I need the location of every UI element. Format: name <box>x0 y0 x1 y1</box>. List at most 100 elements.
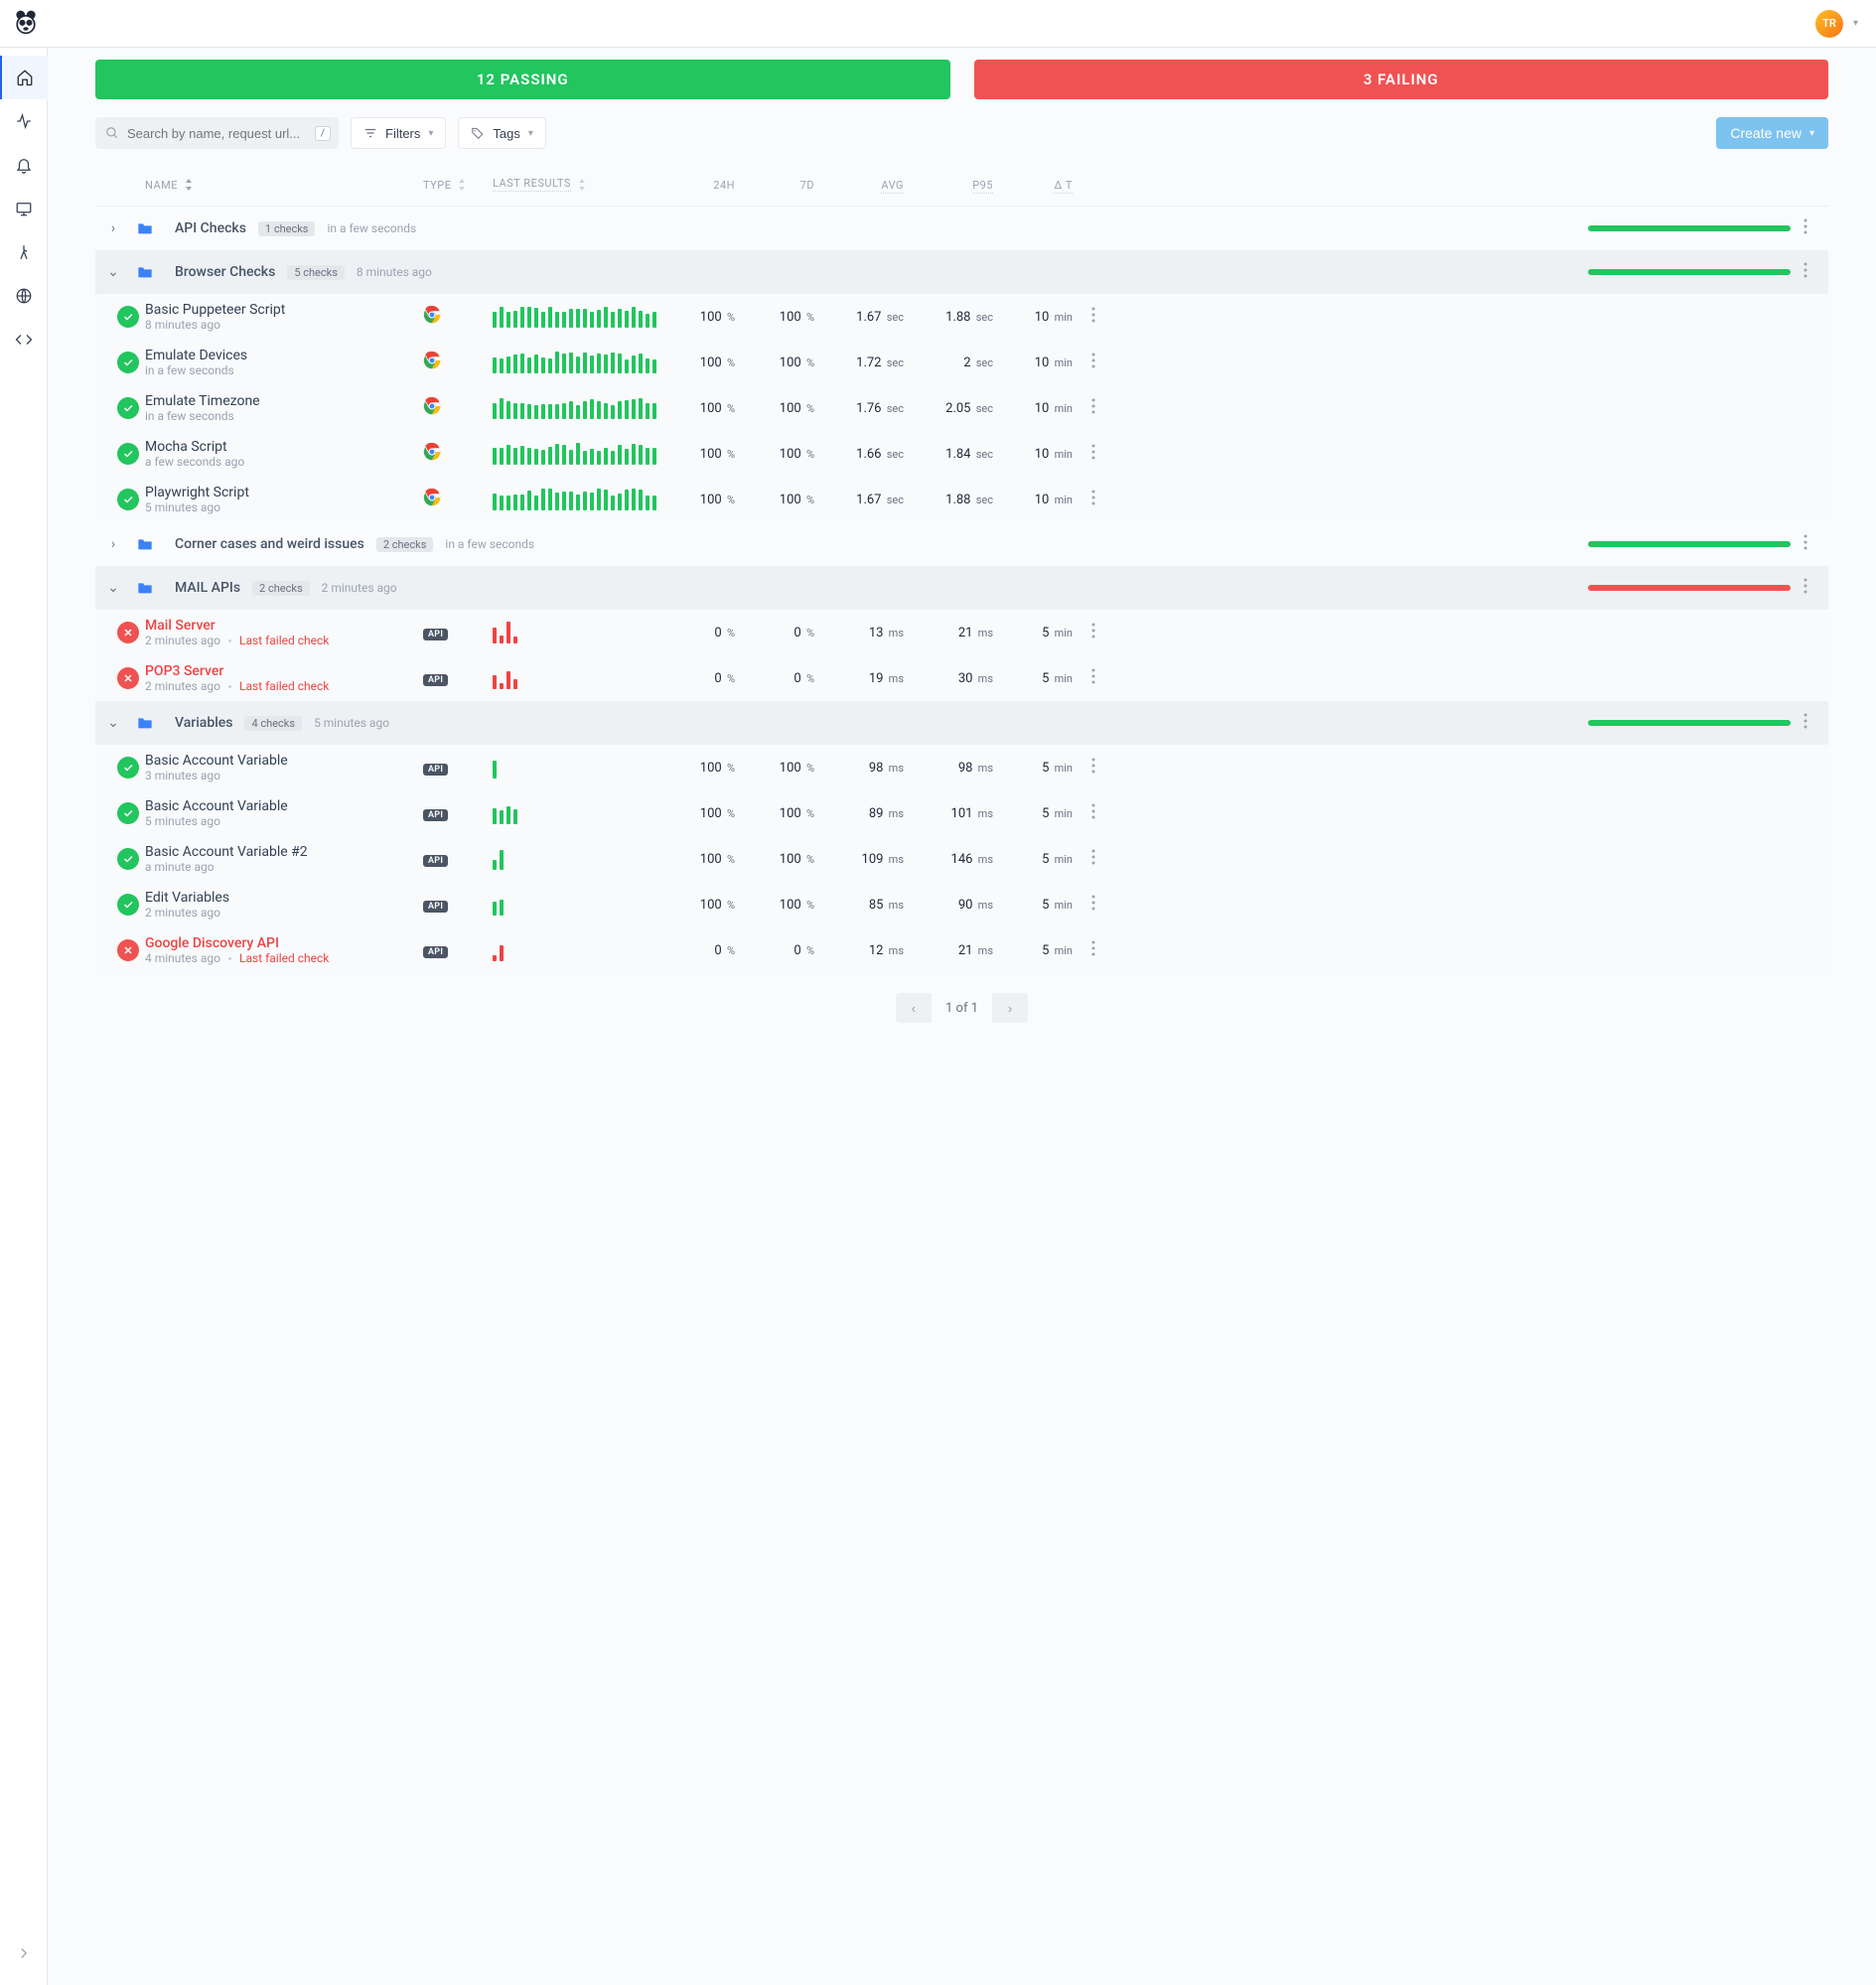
failing-summary[interactable]: 3 FAILING <box>974 60 1829 99</box>
status-pass-icon <box>117 352 139 373</box>
group-menu[interactable] <box>1791 534 1820 554</box>
group-health-bar <box>1588 269 1791 275</box>
metric-p95: 1.88 sec <box>910 310 999 325</box>
check-menu[interactable] <box>1079 849 1108 869</box>
last-failed-link[interactable]: Last failed check <box>239 951 329 965</box>
check-row[interactable]: Mail Server2 minutes agoLast failed chec… <box>95 610 1828 655</box>
check-menu[interactable] <box>1079 668 1108 688</box>
api-badge: API <box>423 629 448 640</box>
group-corner-cases[interactable]: ›Corner cases and weird issues2 checksin… <box>95 522 1828 566</box>
user-menu-caret[interactable]: ▾ <box>1853 18 1858 29</box>
group-title: Browser Checks <box>175 264 275 280</box>
metric-dt: 5 min <box>999 761 1079 776</box>
group-browser-checks[interactable]: ⌄Browser Checks5 checks8 minutes ago <box>95 250 1828 294</box>
nav-activity[interactable] <box>0 99 48 143</box>
passing-summary[interactable]: 12 PASSING <box>95 60 950 99</box>
group-menu[interactable] <box>1791 713 1820 733</box>
check-menu[interactable] <box>1079 895 1108 915</box>
group-count: 1 checks <box>258 221 316 236</box>
check-menu[interactable] <box>1079 398 1108 418</box>
col-24h[interactable]: 24H <box>661 179 741 192</box>
check-row[interactable]: Basic Puppeteer Script8 minutes ago100 %… <box>95 294 1828 340</box>
check-menu[interactable] <box>1079 353 1108 372</box>
check-row[interactable]: POP3 Server2 minutes agoLast failed chec… <box>95 655 1828 701</box>
sparkline <box>493 667 661 689</box>
col-last-results[interactable]: LAST RESULTS <box>493 177 571 192</box>
check-menu[interactable] <box>1079 803 1108 823</box>
create-new-button[interactable]: Create new▾ <box>1716 117 1828 149</box>
avatar[interactable]: TR <box>1815 10 1843 38</box>
check-name: Edit Variables <box>145 890 423 906</box>
status-pass-icon <box>117 757 139 779</box>
col-7d[interactable]: 7D <box>741 179 820 192</box>
sparkline <box>493 894 661 916</box>
last-failed-link[interactable]: Last failed check <box>239 679 329 693</box>
check-row[interactable]: Mocha Scripta few seconds ago100 %100 %1… <box>95 431 1828 477</box>
group-variables[interactable]: ⌄Variables4 checks5 minutes ago <box>95 701 1828 745</box>
metric-avg: 1.66 sec <box>820 447 910 462</box>
metric-dt: 5 min <box>999 671 1079 686</box>
group-menu[interactable] <box>1791 262 1820 282</box>
status-pass-icon <box>117 306 139 328</box>
metric-avg: 1.67 sec <box>820 493 910 507</box>
check-row[interactable]: Playwright Script5 minutes ago100 %100 %… <box>95 477 1828 522</box>
nav-network[interactable] <box>0 274 48 318</box>
sparkline <box>493 848 661 870</box>
group-health-bar <box>1588 720 1791 726</box>
group-mail-apis[interactable]: ⌄MAIL APIs2 checks2 minutes ago <box>95 566 1828 610</box>
check-row[interactable]: Emulate Timezonein a few seconds100 %100… <box>95 385 1828 431</box>
search-input[interactable]: / <box>95 117 339 149</box>
check-row[interactable]: Emulate Devicesin a few seconds100 %100 … <box>95 340 1828 385</box>
metric-dt: 5 min <box>999 806 1079 821</box>
check-menu[interactable] <box>1079 758 1108 778</box>
chrome-icon <box>423 443 493 465</box>
check-row[interactable]: Google Discovery API4 minutes agoLast fa… <box>95 927 1828 973</box>
check-name: Basic Account Variable <box>145 753 423 769</box>
check-menu[interactable] <box>1079 444 1108 464</box>
nav-code[interactable] <box>0 318 48 361</box>
tags-button[interactable]: Tags▾ <box>458 117 546 149</box>
chevron-right-icon: › <box>103 220 123 236</box>
metric-avg: 1.72 sec <box>820 355 910 370</box>
col-avg[interactable]: AVG <box>881 179 904 194</box>
sort-icon[interactable] <box>184 178 194 192</box>
check-row[interactable]: Basic Account Variable3 minutes agoAPI10… <box>95 745 1828 790</box>
page-next[interactable]: › <box>992 993 1028 1023</box>
tag-icon <box>471 126 485 140</box>
metric-24h: 0 % <box>661 943 741 958</box>
group-api-checks[interactable]: ›API Checks1 checksin a few seconds <box>95 207 1828 250</box>
chevron-down-icon: ⌄ <box>103 580 123 596</box>
status-fail-icon <box>117 667 139 689</box>
api-badge: API <box>423 901 448 913</box>
check-row[interactable]: Basic Account Variable #2a minute agoAPI… <box>95 836 1828 882</box>
sparkline <box>493 397 661 419</box>
metric-dt: 10 min <box>999 310 1079 325</box>
check-menu[interactable] <box>1079 307 1108 327</box>
metric-p95: 90 ms <box>910 898 999 913</box>
metric-7d: 0 % <box>741 943 820 958</box>
check-row[interactable]: Edit Variables2 minutes agoAPI100 %100 %… <box>95 882 1828 927</box>
metric-dt: 5 min <box>999 852 1079 867</box>
nav-maintenance[interactable] <box>0 230 48 274</box>
group-menu[interactable] <box>1791 578 1820 598</box>
check-menu[interactable] <box>1079 623 1108 642</box>
last-failed-link[interactable]: Last failed check <box>239 634 329 647</box>
group-menu[interactable] <box>1791 218 1820 238</box>
chrome-icon <box>423 352 493 373</box>
metric-p95: 2.05 sec <box>910 401 999 416</box>
col-type[interactable]: TYPE <box>423 179 451 192</box>
nav-home[interactable] <box>0 56 48 99</box>
metric-avg: 98 ms <box>820 761 910 776</box>
check-menu[interactable] <box>1079 490 1108 509</box>
nav-status[interactable] <box>0 187 48 230</box>
sidebar-collapse[interactable] <box>0 1931 48 1975</box>
col-name[interactable]: NAME <box>145 179 178 192</box>
check-menu[interactable] <box>1079 940 1108 960</box>
filters-button[interactable]: Filters▾ <box>351 117 446 149</box>
page-prev[interactable]: ‹ <box>896 993 932 1023</box>
check-row[interactable]: Basic Account Variable5 minutes agoAPI10… <box>95 790 1828 836</box>
nav-alerts[interactable] <box>0 143 48 187</box>
col-dt[interactable]: Δ T <box>1054 179 1073 194</box>
app-logo[interactable] <box>12 8 40 40</box>
col-p95[interactable]: P95 <box>972 179 993 194</box>
